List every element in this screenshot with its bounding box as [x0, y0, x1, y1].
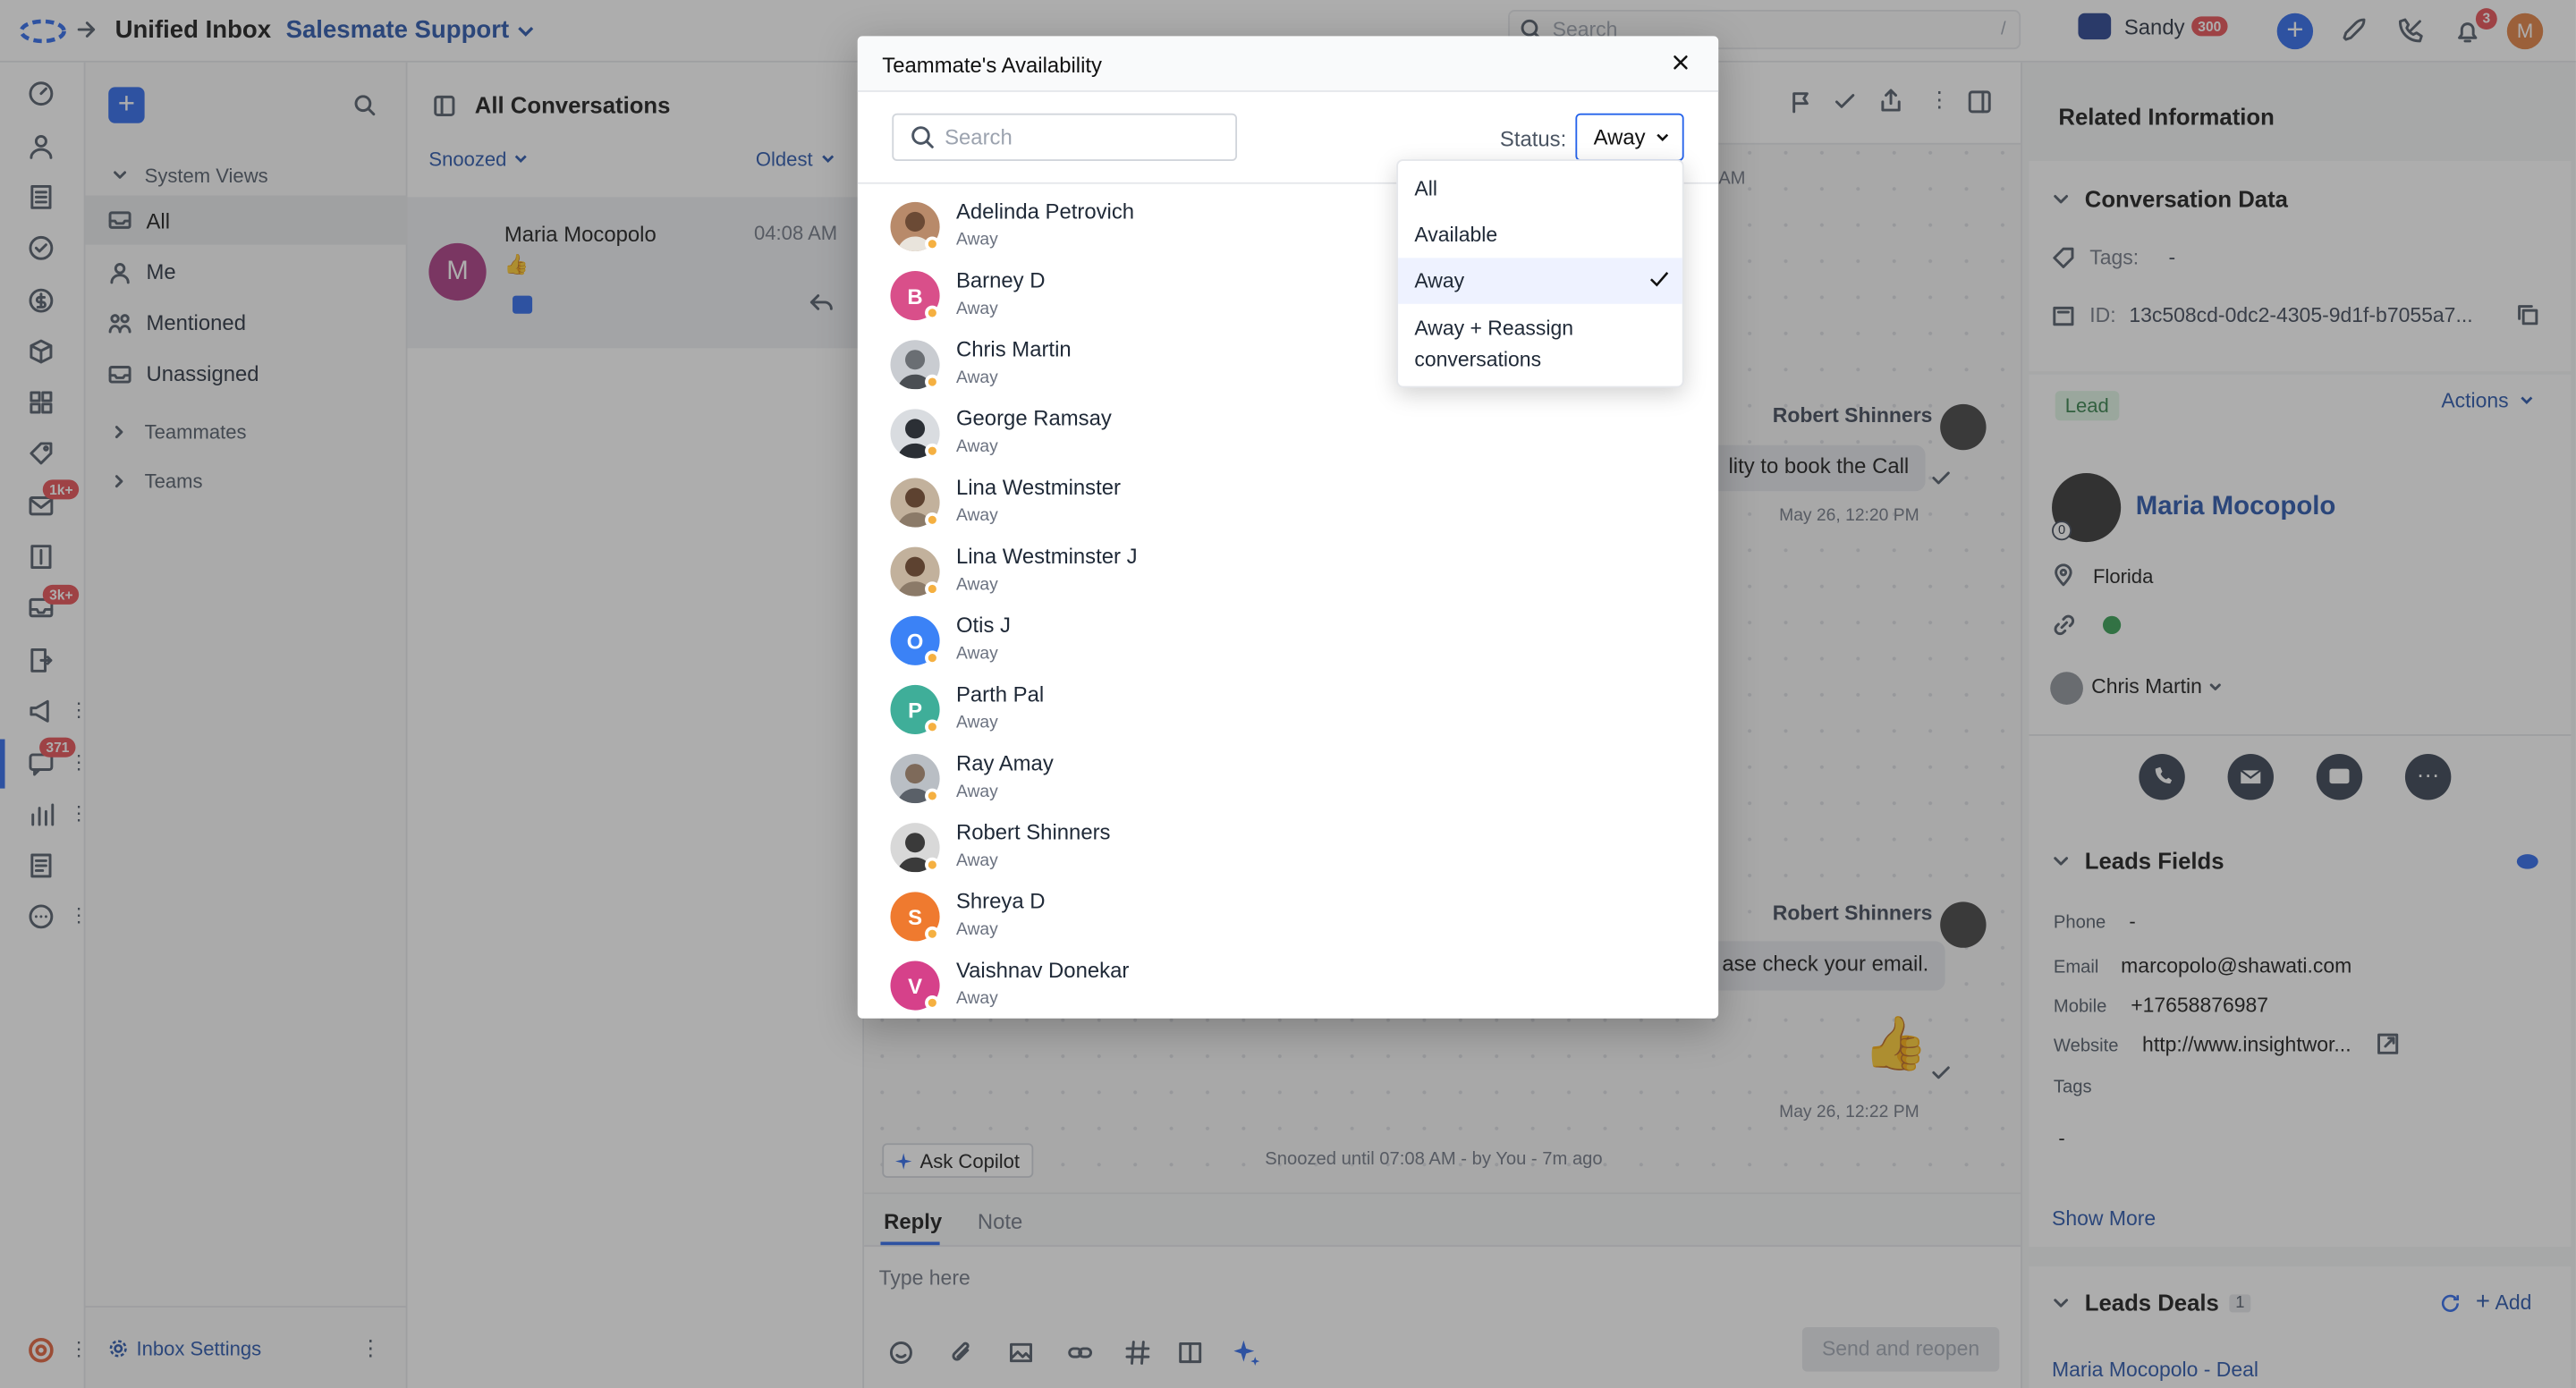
member-search-input[interactable]: Search [892, 113, 1238, 161]
status-select[interactable]: Away [1575, 113, 1684, 161]
status-value: Away [1593, 124, 1646, 150]
status-dot [925, 374, 940, 390]
status-label: Status: [1499, 126, 1567, 151]
member-name: Adelinda Petrovich [955, 199, 1135, 224]
list-item[interactable]: S Shreya D Away [890, 889, 1383, 958]
status-dot [925, 719, 940, 735]
status-dot [925, 788, 940, 804]
member-name: Robert Shinners [955, 819, 1111, 845]
option-label: Away [1414, 269, 1465, 292]
member-status: Away [955, 713, 998, 733]
status-dot [925, 857, 940, 873]
close-icon[interactable] [1671, 53, 1690, 72]
member-name: Chris Martin [955, 336, 1072, 362]
member-status: Away [955, 782, 998, 802]
status-option-available[interactable]: Available [1398, 224, 1682, 247]
list-item[interactable]: B Barney D Away [890, 267, 1383, 336]
member-name: Otis J [955, 613, 1012, 638]
member-status: Away [955, 988, 998, 1009]
list-item[interactable]: P Parth Pal Away [890, 681, 1383, 750]
check-icon [1649, 271, 1669, 287]
member-status: Away [955, 436, 998, 457]
member-status: Away [955, 574, 998, 595]
member-status: Away [955, 505, 998, 526]
member-name: Vaishnav Donekar [955, 957, 1130, 983]
list-item[interactable]: Ray Amay Away [890, 750, 1383, 819]
member-status: Away [955, 851, 998, 871]
member-status: Away [955, 230, 998, 250]
list-item[interactable]: O Otis J Away [890, 613, 1383, 681]
status-option-all[interactable]: All [1398, 177, 1682, 200]
list-item[interactable]: V Vaishnav Donekar Away [890, 958, 1383, 1019]
search-icon [911, 126, 934, 148]
status-dot [925, 305, 940, 321]
status-dot [925, 443, 940, 459]
member-name: Lina Westminster J [955, 543, 1138, 569]
list-item[interactable]: Robert Shinners Away [890, 820, 1383, 889]
list-item[interactable]: George Ramsay Away [890, 406, 1383, 475]
modal-title: Teammate's Availability [882, 52, 1102, 78]
list-item[interactable]: Lina Westminster Away [890, 475, 1383, 544]
list-item[interactable]: Chris Martin Away [890, 337, 1383, 406]
member-status: Away [955, 643, 998, 664]
search-placeholder: Search [945, 124, 1013, 150]
member-name: Barney D [955, 267, 1046, 292]
member-name: Shreya D [955, 888, 1046, 914]
list-item[interactable]: Adelinda Petrovich Away [890, 199, 1383, 267]
status-dot [925, 236, 940, 252]
member-name: Ray Amay [955, 750, 1054, 775]
member-name: George Ramsay [955, 405, 1112, 431]
member-name: Lina Westminster [955, 474, 1121, 500]
member-status: Away [955, 368, 998, 388]
member-status: Away [955, 299, 998, 319]
status-dropdown: All Available Away Away + Reassign conve… [1396, 159, 1684, 388]
status-option-away[interactable]: Away [1398, 258, 1682, 304]
status-dot [925, 650, 940, 665]
list-item[interactable]: Lina Westminster J Away [890, 544, 1383, 613]
member-status: Away [955, 919, 998, 940]
status-option-away-reassign[interactable]: Away + Reassign conversations [1398, 314, 1612, 377]
member-name: Parth Pal [955, 681, 1045, 707]
status-dot [925, 581, 940, 597]
status-dot [925, 995, 940, 1011]
chevron-down-icon [1656, 132, 1668, 141]
status-dot [925, 512, 940, 528]
status-dot [925, 926, 940, 942]
